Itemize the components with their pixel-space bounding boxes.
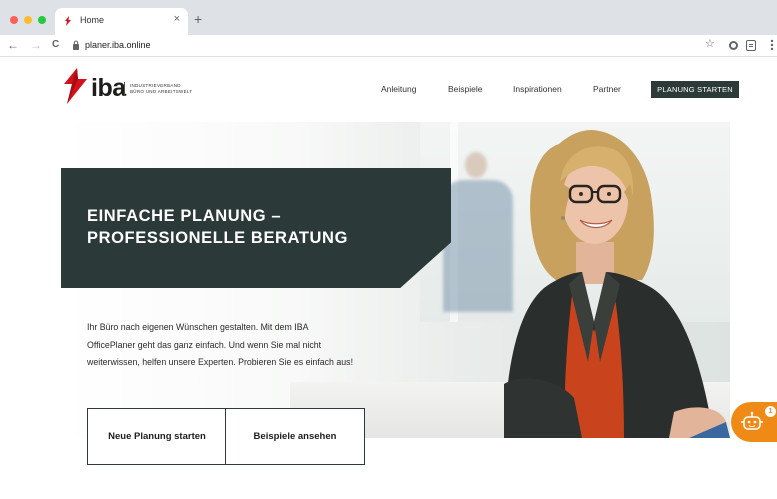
- menu-dots-icon[interactable]: [767, 37, 777, 53]
- bookmark-star-icon[interactable]: ☆: [705, 38, 715, 51]
- minimize-window-button[interactable]: [24, 16, 32, 24]
- address-bar[interactable]: planer.iba.online: [66, 37, 696, 54]
- reload-icon[interactable]: C: [52, 38, 59, 52]
- nav-link-partner[interactable]: Partner: [593, 84, 621, 94]
- close-window-button[interactable]: [10, 16, 18, 24]
- browser-tab-bar: Home × +: [0, 0, 777, 35]
- iba-flame-logo-icon: [64, 68, 87, 104]
- planung-starten-button[interactable]: PLANUNG STARTEN: [651, 81, 739, 98]
- tab-close-icon[interactable]: ×: [174, 13, 180, 25]
- smiling-woman-photo: [504, 130, 730, 438]
- nav-link-beispiele[interactable]: Beispiele: [448, 84, 483, 94]
- headline-banner: EINFACHE PLANUNG – PROFESSIONELLE BERATU…: [61, 168, 451, 288]
- hero-headline: EINFACHE PLANUNG – PROFESSIONELLE BERATU…: [87, 207, 349, 247]
- logo-wordmark: iba: [91, 74, 126, 102]
- back-icon[interactable]: ←: [7, 38, 19, 52]
- iba-logo[interactable]: iba INDUSTRIEVERBAND BÜRO UND ARBEITSWEL…: [60, 68, 200, 108]
- iba-flame-icon: [65, 16, 71, 26]
- logo-subline-1: INDUSTRIEVERBAND: [130, 83, 181, 88]
- browser-tab-home[interactable]: Home ×: [55, 8, 188, 35]
- logo-subline-2: BÜRO UND ARBEITSWELT: [130, 89, 193, 94]
- neue-planung-starten-button[interactable]: Neue Planung starten: [87, 408, 227, 465]
- chatbot-icon: [741, 411, 763, 430]
- maximize-window-button[interactable]: [38, 16, 46, 24]
- nav-link-inspirationen[interactable]: Inspirationen: [513, 84, 562, 94]
- lock-icon: [73, 40, 79, 50]
- new-tab-button[interactable]: +: [194, 12, 202, 26]
- url-text: planer.iba.online: [85, 40, 151, 50]
- tab-title: Home: [80, 15, 105, 25]
- logo-divider: [124, 82, 125, 96]
- beispiele-ansehen-button[interactable]: Beispiele ansehen: [225, 408, 365, 465]
- browser-toolbar: ← → C planer.iba.online ☆: [0, 35, 777, 57]
- forward-icon[interactable]: →: [30, 38, 42, 52]
- chat-notification-badge: 1: [764, 405, 777, 418]
- reader-extension-icon[interactable]: [746, 40, 756, 51]
- hero-intro-text: Ihr Büro nach eigenen Wünschen gestalten…: [87, 322, 354, 367]
- nav-link-anleitung[interactable]: Anleitung: [381, 84, 416, 94]
- circle-extension-icon[interactable]: [729, 41, 738, 50]
